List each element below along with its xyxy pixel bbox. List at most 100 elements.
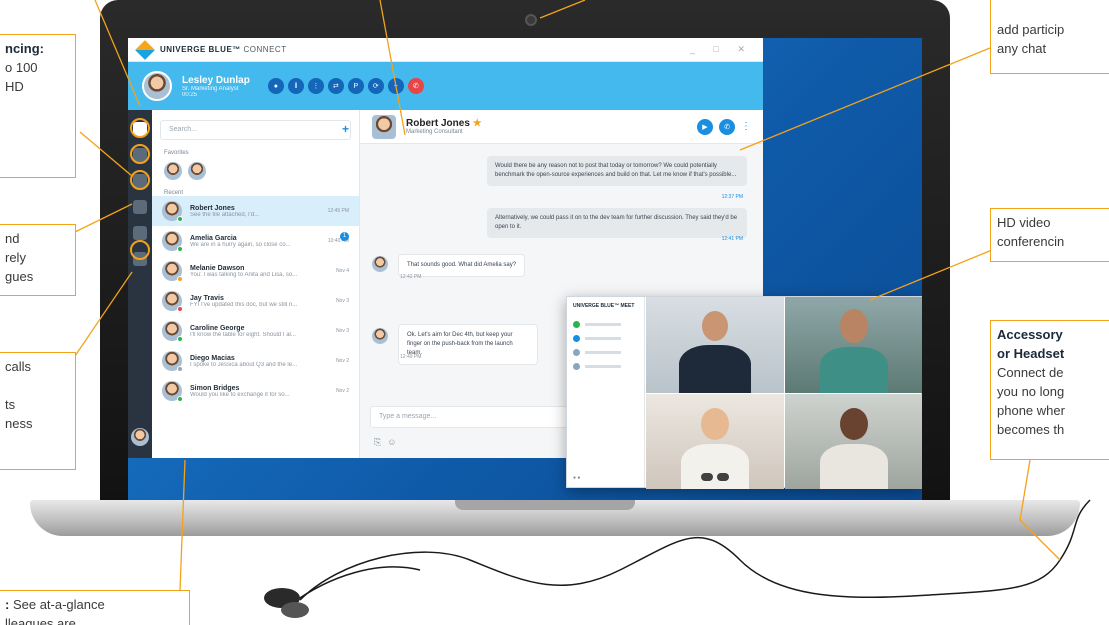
callout-accessory: Accessory or Headset Connect de you no l… <box>990 320 1109 460</box>
highlight-ring <box>130 118 150 138</box>
end-call-button[interactable]: ✆ <box>407 78 424 94</box>
contact-name: Melanie Dawson <box>190 264 245 272</box>
window-controls[interactable]: _ □ ✕ <box>690 44 753 55</box>
message-time: 12:49 PM <box>400 354 422 360</box>
video-tile <box>785 394 922 489</box>
callout-conferencing: ncing: o 100 HD <box>0 34 76 178</box>
message-avatar <box>372 256 388 272</box>
contact-item[interactable]: Simon Bridges Would you like to exchange… <box>152 376 359 406</box>
contact-preview: I spoke to Jessica about Q3 and the le..… <box>190 361 298 368</box>
presence-indicator <box>177 276 183 282</box>
transfer-button[interactable]: ⇄ <box>327 78 344 94</box>
caller-avatar <box>142 71 172 101</box>
presence-indicator <box>177 366 183 372</box>
contact-preview: I'll know the table for eight. Should I … <box>190 331 296 338</box>
chat-contact-avatar[interactable] <box>372 114 396 139</box>
favorites-row <box>164 162 359 180</box>
video-tile <box>785 297 922 393</box>
laptop-hinge <box>455 500 635 510</box>
contact-item[interactable]: Amelia Garcia We are in a hurry again, s… <box>152 226 359 256</box>
more-options-icon[interactable]: ⋮ <box>741 121 751 132</box>
favorite-avatar[interactable] <box>164 162 182 180</box>
my-profile-avatar[interactable] <box>131 428 149 446</box>
contact-preview: FYI I've updated this doc, but we still … <box>190 301 298 308</box>
contact-name: Robert Jones <box>190 204 235 212</box>
message-bubble-out: Would there be any reason not to post th… <box>487 156 747 186</box>
presence-indicator <box>177 216 183 222</box>
contact-name: Diego Macias <box>190 354 235 362</box>
contact-item[interactable]: Diego Macias I spoke to Jessica about Q3… <box>152 346 359 376</box>
meeting-brand: UNIVERGE BLUE™ MEET <box>573 303 635 309</box>
contact-preview: We are in a hurry again, so close co... <box>190 241 291 248</box>
contact-preview: See the file attached, I'd... <box>190 211 260 218</box>
contact-item[interactable]: Melanie Dawson You: I was talking to Ani… <box>152 256 359 286</box>
meeting-status: ● ● <box>573 475 581 481</box>
contact-item[interactable]: Caroline George I'll know the table for … <box>152 316 359 346</box>
unread-badge: 1 <box>340 232 349 241</box>
brand-name: UNIVERGE BLUE™ CONNECT <box>160 45 287 54</box>
favorites-label: Favorites <box>164 150 189 156</box>
presence-indicator <box>177 306 183 312</box>
history-nav-icon[interactable] <box>133 200 147 214</box>
message-time: 12:41 PM <box>721 236 743 242</box>
contact-name: Jay Travis <box>190 294 224 302</box>
video-tile <box>646 297 784 393</box>
chat-contact-name: Robert Jones ★ <box>406 118 482 129</box>
highlight-ring <box>130 144 150 164</box>
message-bubble-out: Alternatively, we could pass it on to th… <box>487 208 747 238</box>
cam-toggle[interactable] <box>701 473 713 481</box>
attach-icon[interactable]: ⎘ <box>374 437 387 447</box>
emoji-icon[interactable]: ☺ <box>387 437 402 447</box>
video-meeting-window: UNIVERGE BLUE™ MEET ● ● <box>566 296 922 489</box>
favorite-avatar[interactable] <box>188 162 206 180</box>
contact-item[interactable]: Jay Travis FYI I've updated this doc, bu… <box>152 286 359 316</box>
contact-time: Nov 3 <box>335 298 349 304</box>
contact-item[interactable]: Robert Jones See the file attached, I'd.… <box>152 196 359 226</box>
contact-time: Nov 4 <box>335 268 349 274</box>
contact-time: Nov 2 <box>335 388 349 394</box>
mic-toggle[interactable] <box>717 473 729 481</box>
contact-time: 12:45 PM <box>327 208 349 214</box>
caller-info: Lesley Dunlap Sr. Marketing Analyst 00:2… <box>182 75 250 98</box>
video-tile <box>646 394 784 489</box>
mute-button[interactable]: ● <box>267 78 284 94</box>
message-time: 12:42 PM <box>400 274 422 280</box>
presence-indicator <box>177 336 183 342</box>
voice-call-button[interactable]: ✆ <box>719 118 735 135</box>
highlight-ring <box>130 240 150 260</box>
park-button[interactable]: P <box>347 78 364 94</box>
contacts-panel: Search... + Favorites Recent Robert Jone… <box>152 110 360 458</box>
active-call-bar: Lesley Dunlap Sr. Marketing Analyst 00:2… <box>128 62 763 110</box>
add-participant-button[interactable]: + <box>387 78 404 94</box>
call-duration: 00:25 <box>182 91 198 98</box>
title-bar: UNIVERGE BLUE™ CONNECT _ □ ✕ <box>128 38 763 62</box>
voicemail-nav-icon[interactable] <box>133 226 147 240</box>
contact-preview: You: I was talking to Anita and Lisa, so… <box>190 271 298 278</box>
hold-button[interactable]: ‖ <box>287 78 304 94</box>
meeting-controls <box>701 473 729 481</box>
webcam-icon <box>525 14 537 26</box>
presence-indicator <box>177 246 183 252</box>
callout-hd-video: HD video conferencin <box>990 208 1109 262</box>
add-contact-button[interactable]: + <box>342 122 349 136</box>
keypad-button[interactable]: ⋮ <box>307 78 324 94</box>
contact-time: Nov 3 <box>335 328 349 334</box>
search-input[interactable]: Search... <box>160 120 351 140</box>
laptop-screen: UNIVERGE BLUE™ CONNECT _ □ ✕ Lesley Dunl… <box>128 38 922 500</box>
chat-actions: ▶ ✆ ⋮ <box>697 118 751 135</box>
presence-indicator <box>177 396 183 402</box>
chat-header: Robert Jones ★ Marketing Consultant ▶ ✆ … <box>360 110 763 144</box>
video-call-button[interactable]: ▶ <box>697 118 713 135</box>
contact-name: Simon Bridges <box>190 384 240 392</box>
meeting-sidebar: UNIVERGE BLUE™ MEET ● ● <box>567 297 645 487</box>
callout-files: nd rely gues <box>0 224 76 296</box>
univerge-logo-icon <box>135 39 155 60</box>
merge-button[interactable]: ⟳ <box>367 78 384 94</box>
chat-contact-role: Marketing Consultant <box>406 129 463 135</box>
favorite-star-icon[interactable]: ★ <box>473 118 482 129</box>
callout-presence: : See at-a-glance lleagues are <box>0 590 190 625</box>
callout-calls: calls ts ness <box>0 352 76 470</box>
highlight-ring <box>130 170 150 190</box>
call-controls: ● ‖ ⋮ ⇄ P ⟳ + ✆ <box>267 78 424 94</box>
contact-name: Amelia Garcia <box>190 234 237 242</box>
